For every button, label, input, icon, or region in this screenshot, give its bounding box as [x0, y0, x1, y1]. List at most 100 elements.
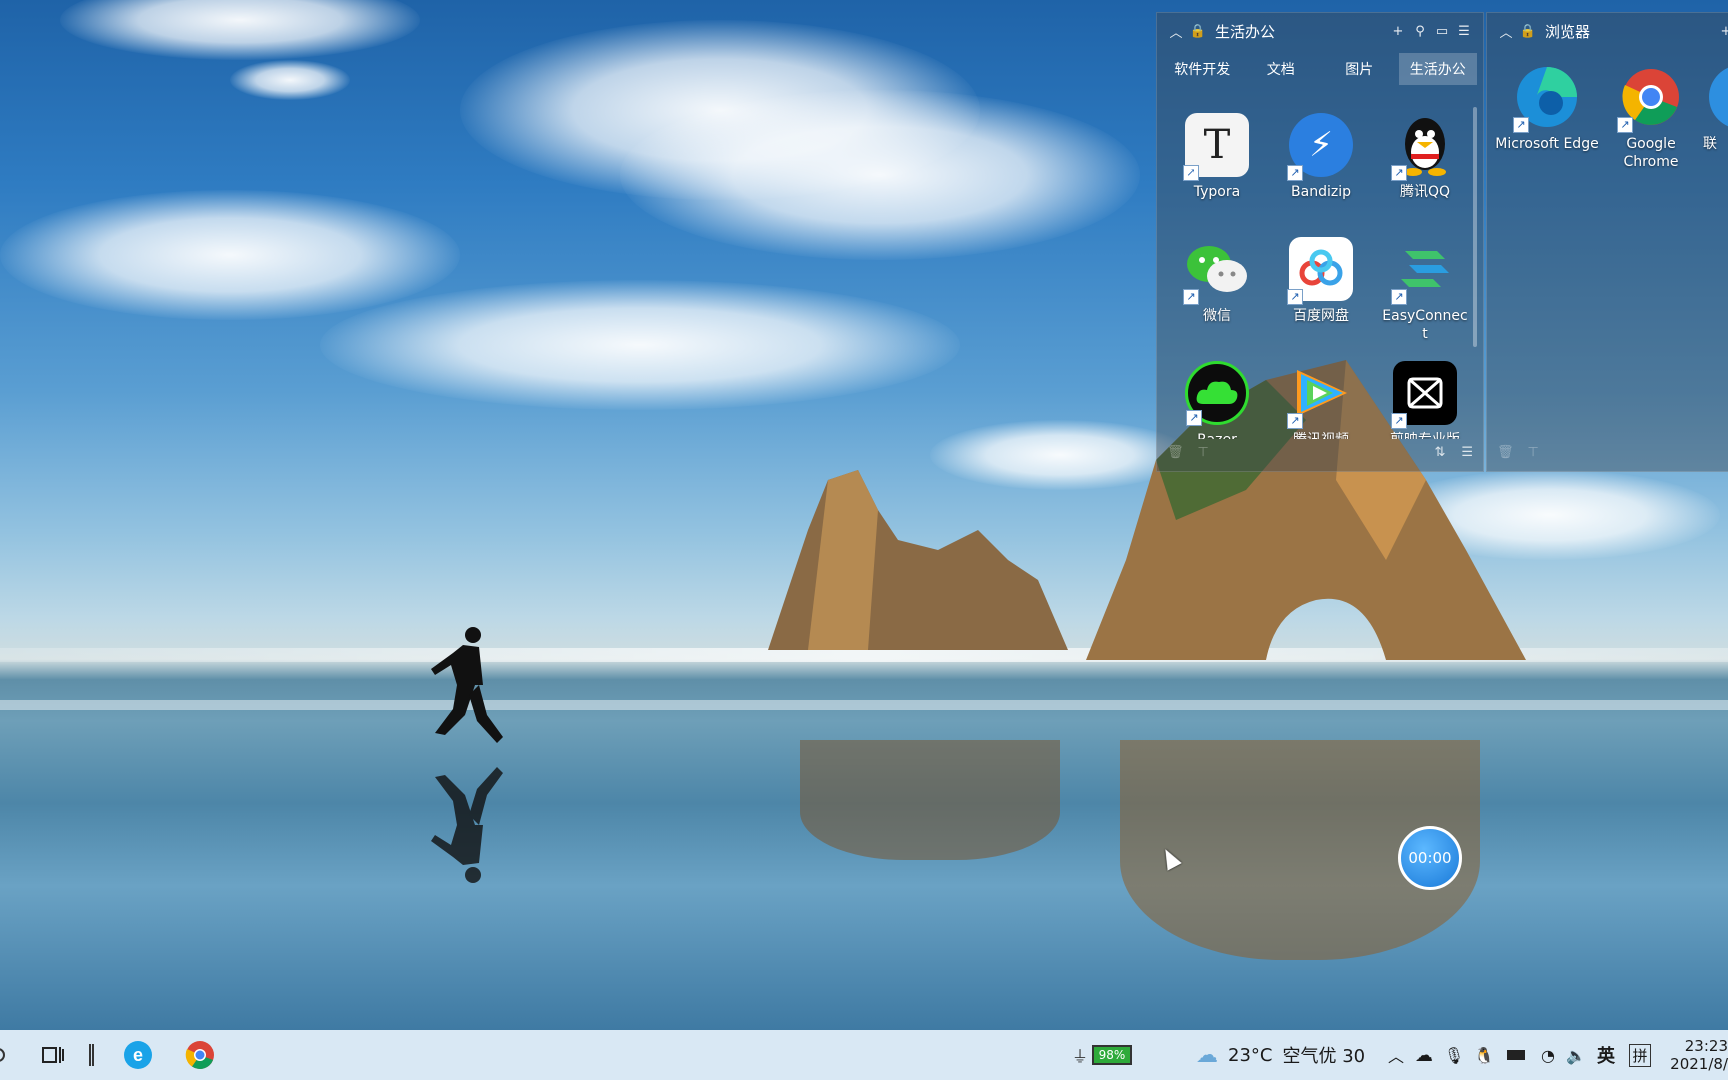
shortcut-arrow-icon: ↗ — [1391, 165, 1407, 181]
fence-browser-footer: 🗑 ⊤ — [1487, 441, 1728, 463]
sea-foam — [0, 700, 1728, 710]
app-chrome[interactable]: ↗ Google Chrome — [1599, 65, 1703, 185]
app-easyconnect[interactable]: ↗ EasyConnect — [1373, 237, 1477, 357]
app-label: 腾讯视频 — [1269, 431, 1373, 439]
shortcut-arrow-icon: ↗ — [1391, 413, 1407, 429]
tab-documents[interactable]: 文档 — [1242, 53, 1321, 85]
app-label: 腾讯QQ — [1399, 184, 1451, 200]
shortcut-arrow-icon: ↗ — [1287, 289, 1303, 305]
task-view-icon[interactable] — [38, 1030, 68, 1080]
battery-tray-icon[interactable] — [1504, 1030, 1528, 1080]
runner-reflection — [431, 767, 503, 883]
menu-icon[interactable]: ☰ — [1453, 20, 1475, 42]
shortcut-arrow-icon: ↗ — [1183, 289, 1199, 305]
app-tencent-video[interactable]: ↗ 腾讯视频 — [1269, 361, 1373, 439]
app-capcut[interactable]: ↗ 剪映专业版 — [1373, 361, 1477, 439]
app-label: 剪映专业版 — [1373, 431, 1477, 439]
ime-language[interactable]: 英 — [1594, 1030, 1618, 1080]
app-wechat[interactable]: ↗ 微信 — [1165, 237, 1269, 357]
sort-icon[interactable]: ⇅ — [1434, 445, 1445, 460]
taskbar: e ⏚ 98% ☁ 23°C 空气优 30 ︿ ☁ 🎙 🐧 ◔ 🔈 英 拼 23… — [0, 1030, 1728, 1080]
clock-time: 23:23 — [1684, 1037, 1728, 1055]
app-bandizip[interactable]: ⚡ ↗ Bandizip — [1269, 113, 1373, 233]
svg-text:e: e — [133, 1045, 143, 1065]
lock-icon[interactable]: 🔒 — [1187, 20, 1209, 42]
ime-mode[interactable]: 拼 — [1628, 1030, 1652, 1080]
chevron-up-icon[interactable]: ︿ — [1386, 1030, 1406, 1080]
wifi-icon[interactable]: ◔ — [1536, 1030, 1560, 1080]
shortcut-arrow-icon: ↗ — [1186, 410, 1202, 426]
weather-temp: 23°C — [1228, 1044, 1273, 1066]
fence-browser-header[interactable]: ︿ 🔒 浏览器 + — [1487, 13, 1728, 49]
shortcut-arrow-icon: ↗ — [1513, 117, 1529, 133]
weather-widget[interactable]: ☁ 23°C 空气优 30 — [1196, 1030, 1372, 1080]
ie-browser-icon[interactable]: e — [120, 1030, 156, 1080]
fence-browser[interactable]: ︿ 🔒 浏览器 + ↗ Microsoft Edge ↗ Google Chro… — [1486, 12, 1728, 472]
collapse-icon[interactable]: ︿ — [1495, 20, 1517, 42]
fence-office[interactable]: ︿ 🔒 生活办公 + ⚲ ▭ ☰ 软件开发 文档 图片 生活办公 T ↗ Typo… — [1156, 12, 1484, 472]
cloud — [60, 0, 420, 60]
app-qq[interactable]: ↗ 腾讯QQ — [1373, 113, 1477, 233]
tab-life-office[interactable]: 生活办公 — [1398, 53, 1477, 85]
fence-office-header[interactable]: ︿ 🔒 生活办公 + ⚲ ▭ ☰ — [1157, 13, 1483, 49]
taskbar-divider — [86, 1030, 96, 1080]
battery-level: 98% — [1092, 1045, 1132, 1065]
microphone-icon[interactable]: 🎙 — [1444, 1030, 1464, 1080]
fence-browser-title: 浏览器 — [1545, 22, 1591, 41]
fence-office-grid: T ↗ Typora ⚡ ↗ Bandizip ↗ 腾讯QQ ↗ 微信 ↗ 百度… — [1165, 99, 1477, 439]
trash-icon[interactable]: 🗑 — [1497, 445, 1514, 460]
desktop: ︿ 🔒 生活办公 + ⚲ ▭ ☰ 软件开发 文档 图片 生活办公 T ↗ Typo… — [0, 0, 1728, 1030]
app-razer[interactable]: ↗ Razer — [1165, 361, 1269, 439]
shortcut-arrow-icon: ↗ — [1391, 289, 1407, 305]
cloud — [320, 280, 960, 410]
qq-icon: ↗ — [1391, 113, 1457, 181]
tab-pictures[interactable]: 图片 — [1320, 53, 1399, 85]
razer-icon: ↗ — [1185, 361, 1249, 426]
cloud — [230, 60, 350, 100]
app-typora[interactable]: T ↗ Typora — [1165, 113, 1269, 233]
add-icon[interactable]: + — [1387, 20, 1409, 42]
capcut-icon: ↗ — [1391, 361, 1457, 429]
app-icon — [1709, 65, 1728, 129]
cloud — [0, 190, 460, 320]
easyconnect-icon: ↗ — [1391, 237, 1457, 305]
rock-reflection — [800, 740, 1060, 860]
cloud-sync-icon[interactable]: ☁ — [1412, 1030, 1436, 1080]
lock-icon[interactable]: 🔒 — [1517, 20, 1539, 42]
search-icon[interactable]: ⚲ — [1409, 20, 1431, 42]
timer-widget[interactable]: 00:00 — [1398, 826, 1462, 890]
baidu-netdisk-icon: ↗ — [1287, 237, 1353, 305]
fence-office-tabs: 软件开发 文档 图片 生活办公 — [1163, 53, 1477, 85]
app-baidu-netdisk[interactable]: ↗ 百度网盘 — [1269, 237, 1373, 357]
chrome-icon[interactable] — [182, 1030, 218, 1080]
wechat-icon: ↗ — [1183, 237, 1249, 305]
edge-icon: ↗ — [1513, 65, 1579, 133]
runner-silhouette — [431, 627, 503, 743]
chrome-icon: ↗ — [1617, 65, 1683, 133]
battery-indicator[interactable]: ⏚ 98% — [1070, 1030, 1134, 1080]
app-partial[interactable]: 联 — [1703, 65, 1728, 185]
fence-office-title: 生活办公 — [1215, 22, 1276, 41]
qq-tray-icon[interactable]: 🐧 — [1472, 1030, 1496, 1080]
app-label: Google Chrome — [1623, 136, 1679, 170]
volume-icon[interactable]: 🔈 — [1564, 1030, 1588, 1080]
fence-office-scrollbar[interactable] — [1473, 107, 1477, 347]
shortcut-arrow-icon: ↗ — [1287, 165, 1303, 181]
app-label: EasyConnect — [1382, 308, 1468, 342]
collapse-icon[interactable]: ︿ — [1165, 20, 1187, 42]
tab-software-dev[interactable]: 软件开发 — [1163, 53, 1242, 85]
rock-left — [768, 470, 1068, 650]
list-view-icon[interactable]: ☰ — [1461, 445, 1473, 460]
add-icon[interactable]: + — [1715, 20, 1728, 42]
tencent-video-icon: ↗ — [1287, 361, 1353, 429]
app-edge[interactable]: ↗ Microsoft Edge — [1495, 65, 1599, 185]
clock[interactable]: 23:23 2021/8/ — [1670, 1030, 1728, 1080]
tshirt-icon[interactable]: ▭ — [1431, 20, 1453, 42]
app-label: 微信 — [1203, 308, 1231, 324]
app-label: 百度网盘 — [1293, 308, 1349, 324]
pin-icon[interactable]: ⊤ — [1528, 445, 1539, 460]
plug-icon: ⏚ — [1071, 1047, 1088, 1066]
trash-icon[interactable]: 🗑 — [1167, 445, 1184, 460]
search-icon[interactable] — [0, 1030, 8, 1080]
pin-icon[interactable]: ⊤ — [1198, 445, 1209, 460]
